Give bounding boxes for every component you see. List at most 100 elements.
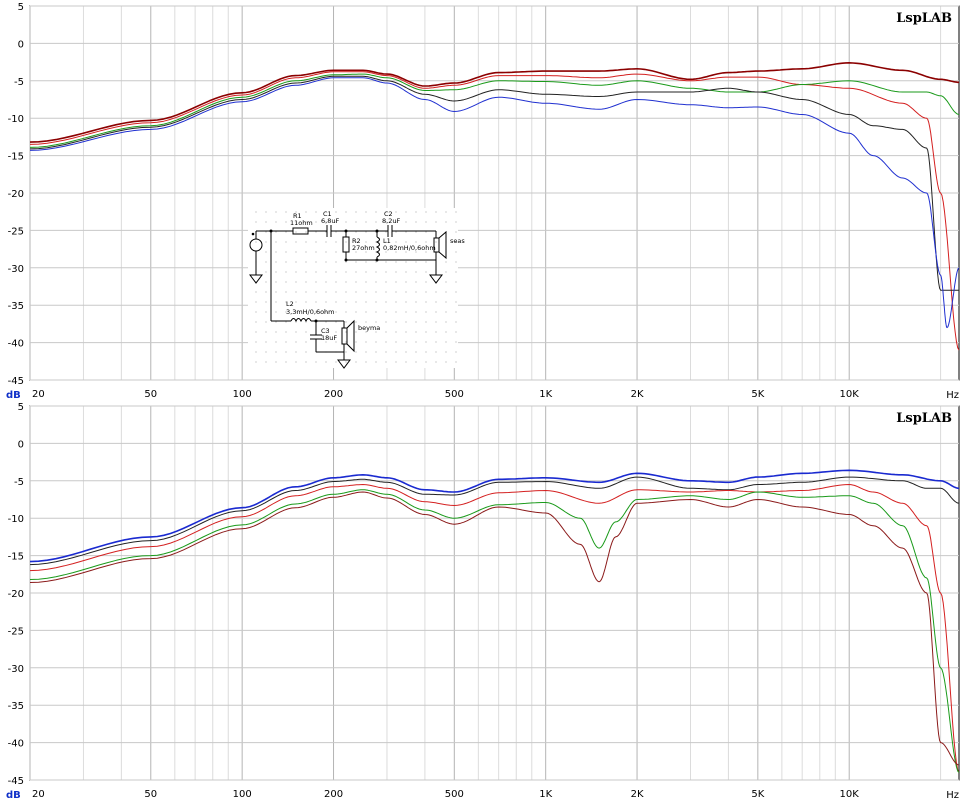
grid-dot xyxy=(335,271,337,273)
l2-value: 3,3mH/0,6ohm xyxy=(286,308,335,316)
grid-dot xyxy=(305,211,307,213)
c2-value: 8,2uF xyxy=(382,217,400,225)
grid-dot xyxy=(295,251,297,253)
y-tick-label: -45 xyxy=(8,776,24,787)
grid-dot xyxy=(405,211,407,213)
grid-dot xyxy=(335,291,337,293)
grid-dot xyxy=(345,221,347,223)
grid-dot xyxy=(265,291,267,293)
grid-dot xyxy=(275,251,277,253)
grid-dot xyxy=(375,321,377,323)
x-tick-label: 1K xyxy=(539,789,552,800)
chart-title: LspLAB xyxy=(896,411,952,426)
grid-dot xyxy=(295,261,297,263)
grid-dot xyxy=(255,321,257,323)
x-tick-label: 500 xyxy=(445,389,464,400)
grid-dot xyxy=(455,341,457,343)
crossover-schematic: R1 11ohm C1 6,8uF C2 8,2uF R2 27ohm L1 0… xyxy=(248,208,465,369)
grid-dot xyxy=(445,351,447,353)
grid-dot xyxy=(315,271,317,273)
grid-dot xyxy=(295,231,297,233)
r1-value: 11ohm xyxy=(290,219,313,227)
grid-dot xyxy=(355,291,357,293)
grid-dot xyxy=(375,221,377,223)
y-tick-label: -20 xyxy=(8,189,24,200)
grid-dot xyxy=(415,271,417,273)
grid-dot xyxy=(345,321,347,323)
grid-dot xyxy=(315,361,317,363)
grid-dot xyxy=(385,331,387,333)
grid-dot xyxy=(455,291,457,293)
grid-dot xyxy=(285,231,287,233)
grid-dot xyxy=(445,291,447,293)
grid-dot xyxy=(275,281,277,283)
grid-dot xyxy=(455,361,457,363)
grid-dot xyxy=(295,331,297,333)
grid-dot xyxy=(315,251,317,253)
grid-dot xyxy=(305,341,307,343)
grid-dot xyxy=(355,341,357,343)
grid-dot xyxy=(455,211,457,213)
grid-dot xyxy=(375,301,377,303)
grid-dot xyxy=(355,311,357,313)
grid-dot xyxy=(335,331,337,333)
grid-dot xyxy=(335,321,337,323)
grid-dot xyxy=(355,331,357,333)
grid-dot xyxy=(455,251,457,253)
grid-dot xyxy=(385,311,387,313)
grid-dot xyxy=(315,261,317,263)
grid-dot xyxy=(285,261,287,263)
grid-dot xyxy=(285,271,287,273)
y-tick-label: -40 xyxy=(8,739,24,750)
grid-dot xyxy=(365,261,367,263)
grid-dot xyxy=(425,281,427,283)
grid-dot xyxy=(395,211,397,213)
grid-dot xyxy=(285,291,287,293)
grid-dot xyxy=(435,301,437,303)
grid-dot xyxy=(275,361,277,363)
grid-dot xyxy=(385,291,387,293)
grid-dot xyxy=(445,271,447,273)
grid-dot xyxy=(335,361,337,363)
grid-dot xyxy=(405,331,407,333)
grid-dot xyxy=(295,351,297,353)
grid-dot xyxy=(355,361,357,363)
grid-dot xyxy=(275,311,277,313)
chart-title: LspLAB xyxy=(896,11,952,26)
grid-dot xyxy=(445,221,447,223)
grid-dot xyxy=(415,211,417,213)
grid-dot xyxy=(255,331,257,333)
y-tick-label: -15 xyxy=(8,552,24,563)
x-tick-label: 1K xyxy=(539,389,552,400)
y-axis-label: dB xyxy=(6,790,21,800)
grid-dot xyxy=(295,241,297,243)
grid-dot xyxy=(425,361,427,363)
grid-dot xyxy=(425,311,427,313)
grid-dot xyxy=(455,221,457,223)
grid-dot xyxy=(385,271,387,273)
grid-dot xyxy=(425,271,427,273)
grid-dot xyxy=(285,221,287,223)
grid-dot xyxy=(425,331,427,333)
grid-dot xyxy=(415,241,417,243)
grid-dot xyxy=(425,291,427,293)
grid-dot xyxy=(365,281,367,283)
grid-dot xyxy=(265,211,267,213)
grid-dot xyxy=(325,361,327,363)
grid-dot xyxy=(435,291,437,293)
grid-dot xyxy=(325,281,327,283)
grid-dot xyxy=(255,301,257,303)
grid-dot xyxy=(305,271,307,273)
grid-dot xyxy=(375,341,377,343)
grid-dot xyxy=(375,211,377,213)
grid-dot xyxy=(315,231,317,233)
grid-dot xyxy=(345,361,347,363)
grid-dot xyxy=(405,311,407,313)
grid-dot xyxy=(255,291,257,293)
chart-bottom: 50-5-10-15-20-25-30-35-40-45 20 50 100 200 5… xyxy=(6,402,960,800)
grid-dot xyxy=(405,301,407,303)
grid-dot xyxy=(365,291,367,293)
y-tick-label: -15 xyxy=(8,152,24,163)
grid-dot xyxy=(395,341,397,343)
grid-dot xyxy=(325,241,327,243)
